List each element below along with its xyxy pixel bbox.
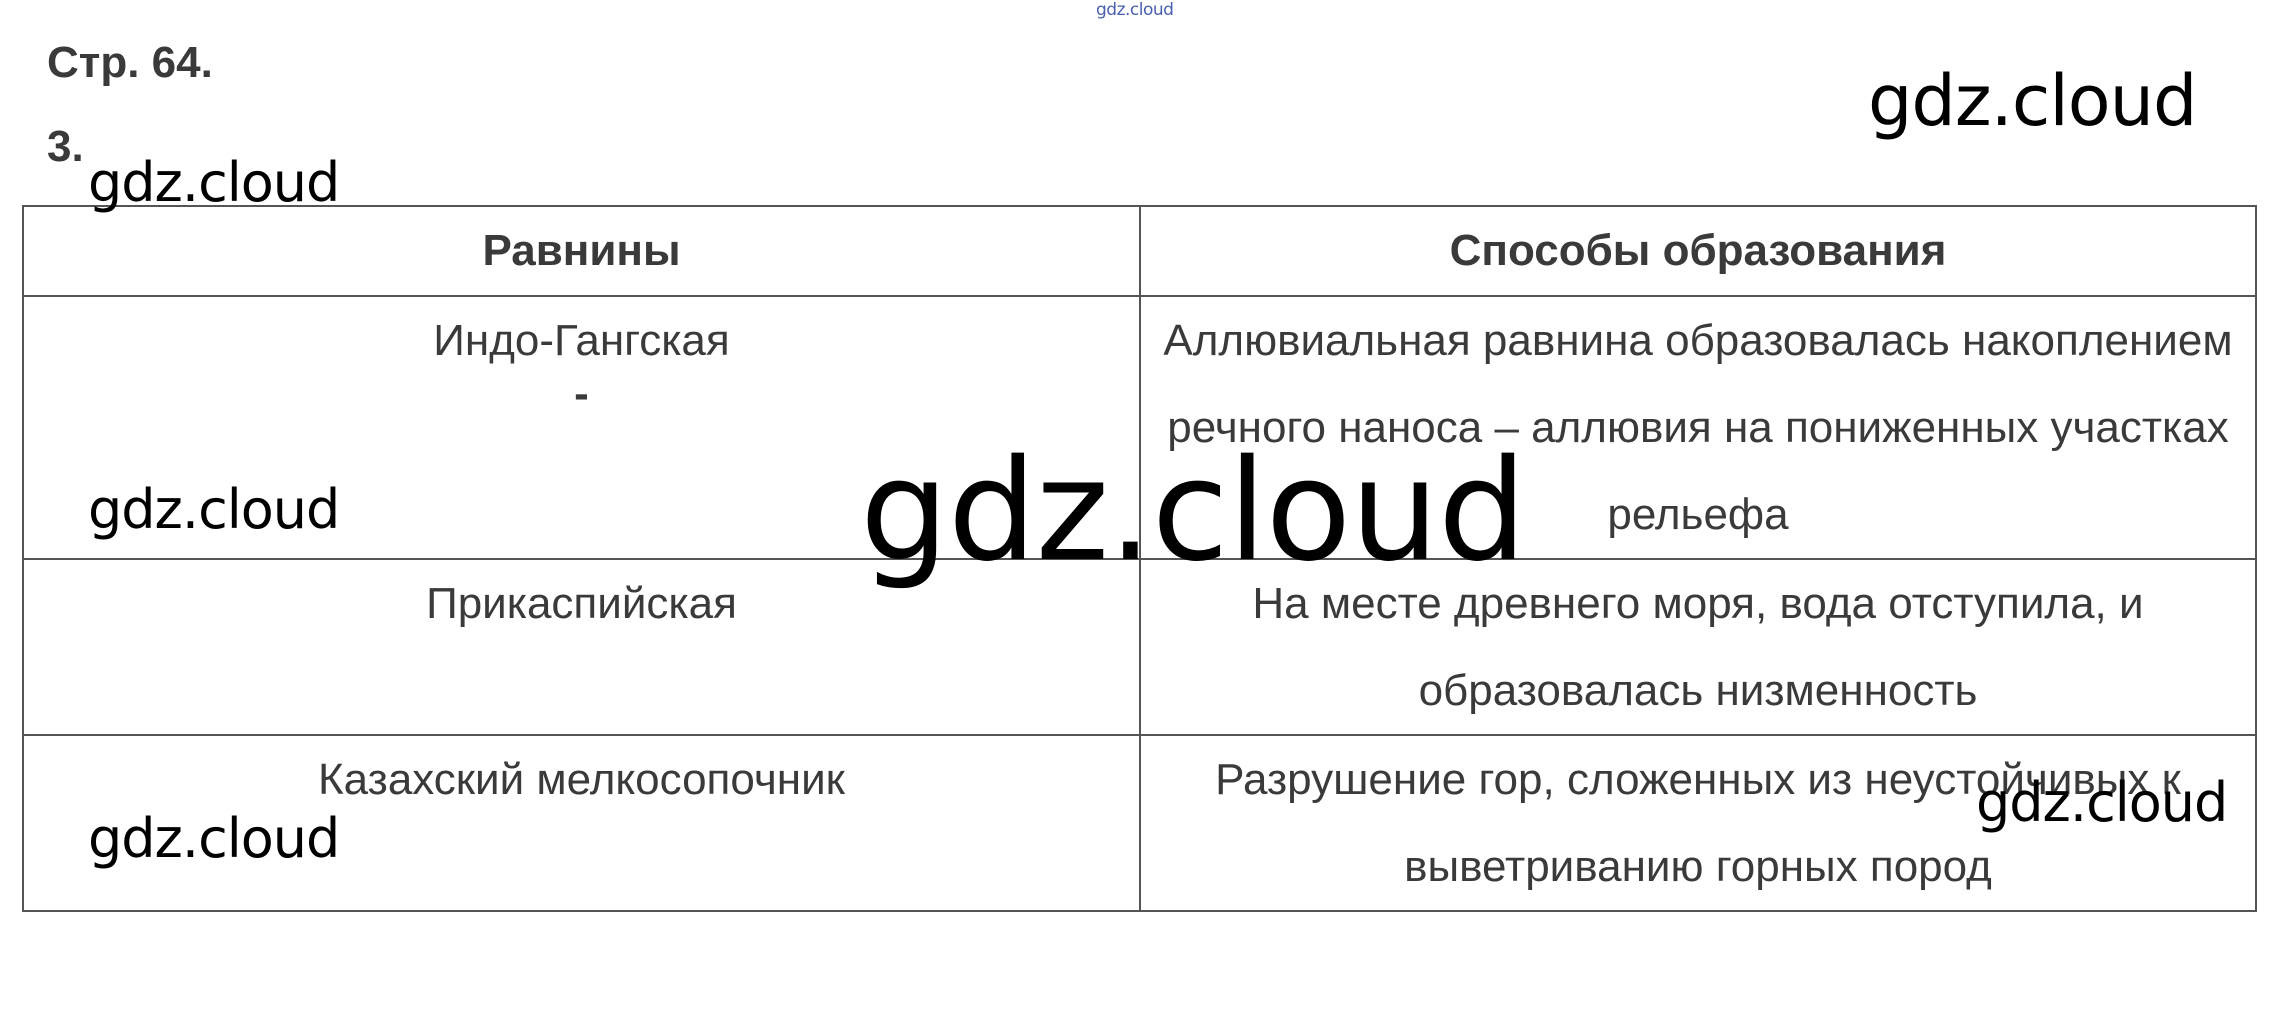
watermark-left-3: gdz.cloud [88, 807, 340, 870]
watermark-top-right: gdz.cloud [1868, 60, 2197, 142]
table-row: Казахский мелкосопочник Разрушение гор, … [22, 734, 2257, 912]
plain-extra-mark: - [574, 369, 589, 418]
watermark-left-2: gdz.cloud [88, 478, 340, 541]
page-number: Стр. 64. [47, 38, 213, 87]
header-plains: Равнины [22, 205, 1141, 297]
table-header-row: Равнины Способы образования [22, 205, 2257, 297]
source-mark: gdz.cloud [1096, 0, 1174, 20]
watermark-left-1: gdz.cloud [88, 151, 340, 214]
watermark-right-3: gdz.cloud [1976, 771, 2228, 834]
plain-name: Индо-Гангская [433, 316, 730, 365]
task-number: 3. [47, 122, 84, 171]
header-formation: Способы образования [1139, 205, 2257, 297]
watermark-center: gdz.cloud [860, 430, 1527, 593]
